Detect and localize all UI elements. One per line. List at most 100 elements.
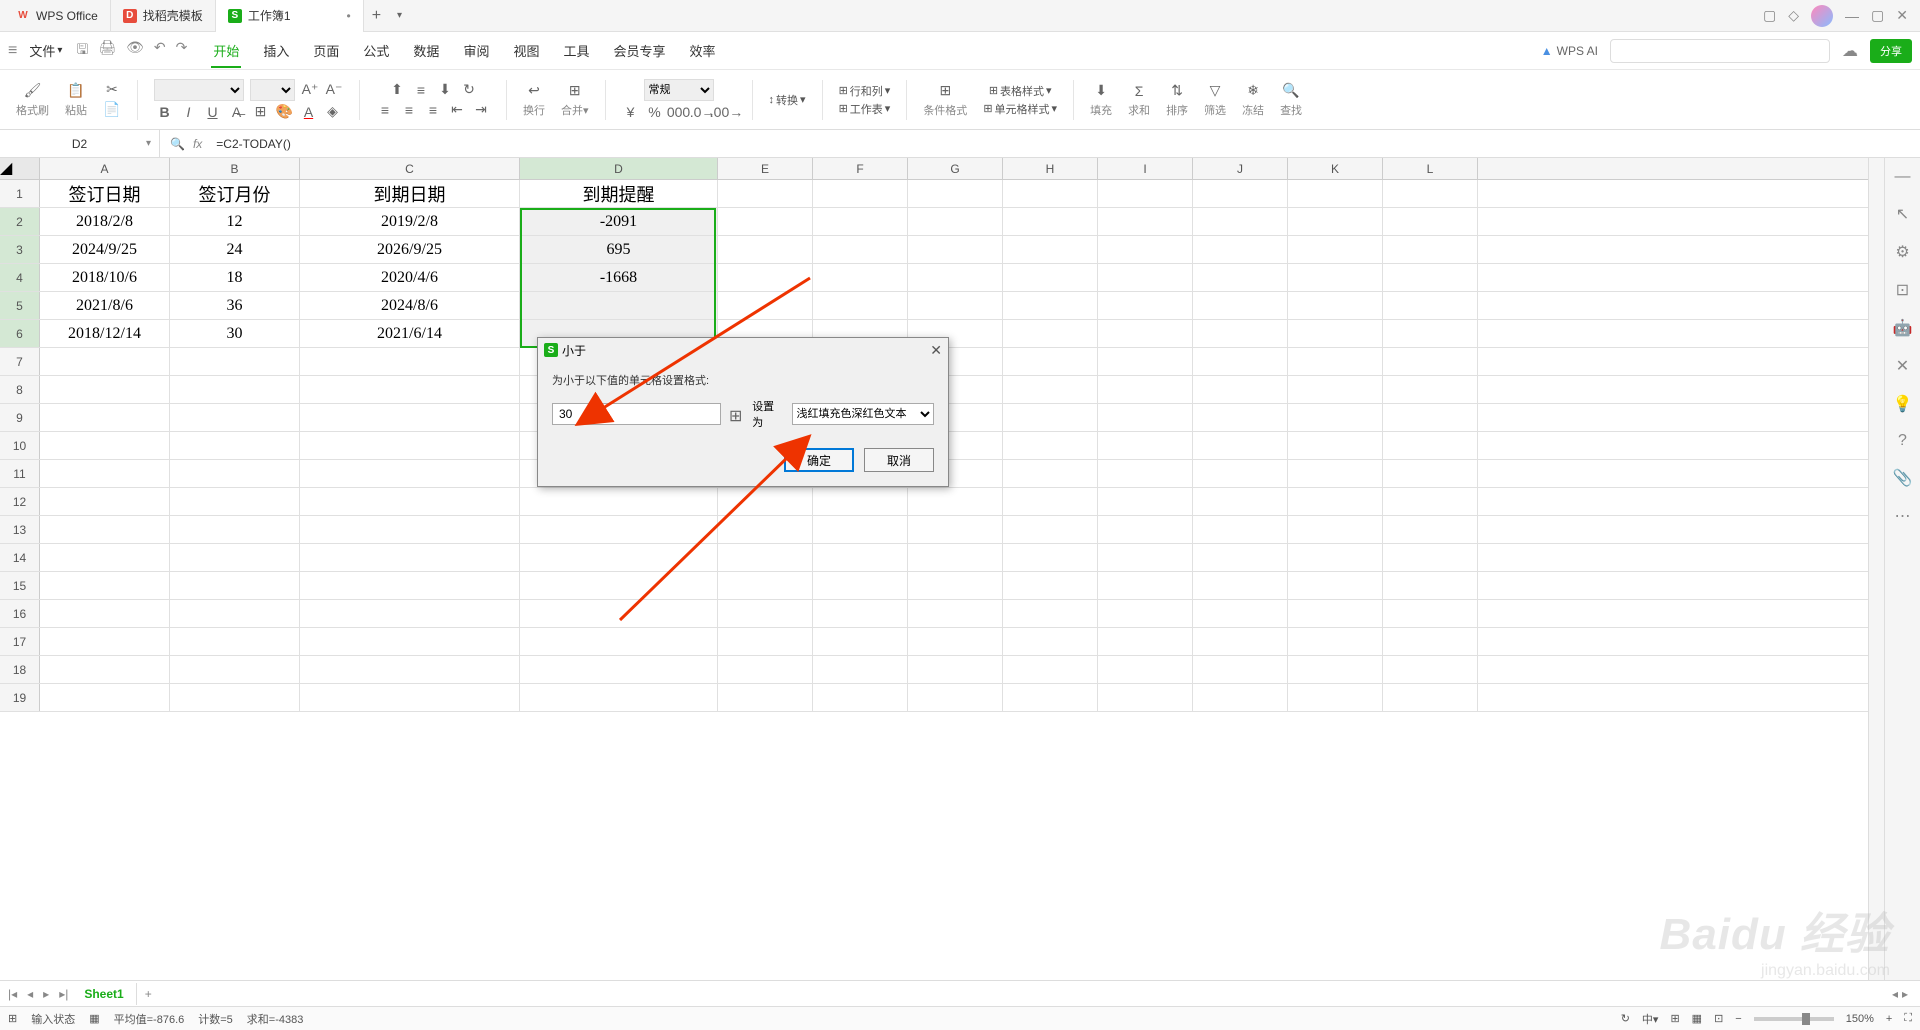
cell[interactable] [40,516,170,543]
tab-insert[interactable]: 插入 [261,33,291,68]
file-menu[interactable]: 文件▾ [23,39,68,62]
row-header[interactable]: 16 [0,600,40,627]
percent-icon[interactable]: % [646,103,664,121]
row-header[interactable]: 10 [0,432,40,459]
cell[interactable] [300,488,520,515]
cell[interactable] [718,544,813,571]
cell[interactable] [40,348,170,375]
formula-input[interactable]: =C2-TODAY() [212,137,1920,151]
cell[interactable] [1383,572,1478,599]
cell[interactable] [520,544,718,571]
cell[interactable] [520,600,718,627]
cell[interactable] [1098,600,1193,627]
cell[interactable] [1383,460,1478,487]
tab-data[interactable]: 数据 [411,33,441,68]
align-bot-icon[interactable]: ⬇ [436,81,454,99]
prev-sheet-button[interactable]: ◂ [23,985,37,1003]
number-format-select[interactable]: 常规 [644,79,714,101]
cell[interactable]: 2018/10/6 [40,264,170,291]
cell-style-button[interactable]: ⊞ 单元格样式▾ [983,101,1057,117]
cell[interactable] [1383,432,1478,459]
cell[interactable] [908,544,1003,571]
cell[interactable] [813,572,908,599]
cell[interactable] [718,488,813,515]
cell[interactable]: 2024/8/6 [300,292,520,319]
cell[interactable] [1288,656,1383,683]
cell[interactable] [908,516,1003,543]
col-header[interactable]: C [300,158,520,179]
tab-formula[interactable]: 公式 [361,33,391,68]
wrap-icon[interactable]: ↩ [525,82,543,100]
col-header[interactable]: G [908,158,1003,179]
col-header[interactable]: J [1193,158,1288,179]
cell[interactable] [1193,656,1288,683]
table-style-button[interactable]: ⊞ 表格样式▾ [989,83,1052,99]
cell[interactable] [520,572,718,599]
threshold-input[interactable] [552,403,721,425]
cell[interactable] [300,376,520,403]
cell[interactable] [1098,180,1193,207]
menu-icon[interactable]: ≡ [8,42,17,60]
align-right-icon[interactable]: ≡ [424,101,442,119]
cell[interactable]: 18 [170,264,300,291]
sheet-tab[interactable]: Sheet1 [72,983,136,1005]
cell[interactable] [1288,684,1383,711]
cell[interactable] [1003,600,1098,627]
cell[interactable] [1098,572,1193,599]
cell[interactable] [813,684,908,711]
cell[interactable] [520,628,718,655]
print-icon[interactable]: 🖨 [96,37,118,65]
cell[interactable]: 2018/12/14 [40,320,170,347]
cell[interactable] [170,628,300,655]
cell[interactable] [1098,208,1193,235]
cell[interactable] [40,628,170,655]
cell[interactable] [170,404,300,431]
cell[interactable] [718,292,813,319]
fill-color-icon[interactable]: 🎨 [276,103,294,121]
cell[interactable] [813,656,908,683]
cell[interactable] [718,208,813,235]
cell[interactable] [1383,236,1478,263]
cell[interactable] [908,684,1003,711]
cell[interactable] [1193,516,1288,543]
cell[interactable] [300,544,520,571]
cell[interactable] [1288,208,1383,235]
cell[interactable] [1098,292,1193,319]
row-header[interactable]: 18 [0,656,40,683]
cell[interactable] [300,684,520,711]
cell[interactable] [300,348,520,375]
row-header[interactable]: 12 [0,488,40,515]
cell[interactable] [1383,264,1478,291]
cell[interactable] [300,460,520,487]
cell[interactable]: 30 [170,320,300,347]
cell[interactable] [1383,516,1478,543]
col-header[interactable]: I [1098,158,1193,179]
row-header[interactable]: 13 [0,516,40,543]
cell[interactable] [40,460,170,487]
cell[interactable] [1383,348,1478,375]
cell[interactable] [1193,432,1288,459]
cell[interactable] [300,404,520,431]
maximize-button[interactable]: ▢ [1871,7,1884,24]
add-sheet-button[interactable]: + [137,987,160,1001]
cell[interactable] [813,236,908,263]
worksheet-button[interactable]: ⊞ 工作表▾ [839,101,891,117]
cell[interactable] [1003,488,1098,515]
minimize-button[interactable]: — [1845,8,1859,24]
cell[interactable] [1003,432,1098,459]
cell[interactable] [1193,404,1288,431]
cell[interactable] [40,544,170,571]
cell[interactable] [1003,544,1098,571]
cell[interactable] [170,516,300,543]
increase-font-icon[interactable]: A⁺ [301,81,319,99]
cell[interactable] [300,656,520,683]
row-header[interactable]: 2 [0,208,40,235]
lookup-icon[interactable]: 🔍 [170,137,185,151]
cell[interactable] [1003,320,1098,347]
cell[interactable] [1383,404,1478,431]
cell[interactable] [908,208,1003,235]
cell[interactable] [908,488,1003,515]
cell[interactable] [1098,404,1193,431]
align-left-icon[interactable]: ≡ [376,101,394,119]
cell[interactable] [40,600,170,627]
